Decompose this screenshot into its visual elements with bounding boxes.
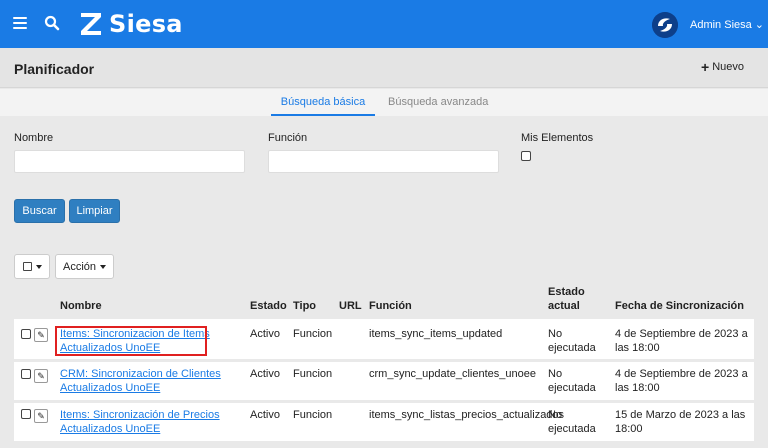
name-label: Nombre (14, 132, 54, 144)
row-type: Funcion (293, 368, 333, 380)
column-header-sync-date[interactable]: Fecha de Sincronización (615, 300, 744, 312)
row-name-link[interactable]: CRM: Sincronizacion de Clientes (60, 367, 221, 382)
column-header-type[interactable]: Tipo (293, 300, 316, 312)
row-sync-date: 4 de Septiembre de 2023 a (615, 368, 748, 380)
row-sync-date: 4 de Septiembre de 2023 a (615, 328, 748, 340)
row-type: Funcion (293, 328, 333, 340)
highlight-box (55, 326, 207, 356)
search-tabs: Búsqueda básica Búsqueda avanzada (0, 89, 768, 116)
brand-name: Siesa (109, 10, 183, 38)
row-sync-date: las 18:00 (615, 382, 660, 394)
tab-advanced-search[interactable]: Búsqueda avanzada (388, 96, 488, 108)
row-state: Activo (250, 328, 280, 340)
column-header-function[interactable]: Función (369, 300, 412, 312)
pencil-icon: ✎ (37, 410, 45, 421)
siesa-logo-icon (81, 13, 101, 35)
column-header-state[interactable]: Estado (250, 300, 287, 312)
edit-button[interactable]: ✎ (34, 409, 48, 423)
row-function: crm_sync_update_clientes_unoee (369, 368, 536, 380)
page-header: Planificador + Nuevo (0, 48, 768, 88)
page-title: Planificador (14, 61, 95, 77)
pencil-icon: ✎ (37, 370, 45, 381)
row-function: items_sync_items_updated (369, 328, 503, 340)
my-elements-checkbox[interactable] (521, 151, 531, 161)
plus-icon: + (701, 58, 710, 75)
search-button[interactable]: Buscar (14, 199, 65, 223)
caret-down-icon (35, 264, 42, 269)
row-sync-date: 15 de Marzo de 2023 a las (615, 409, 746, 421)
row-name-link[interactable]: Items: Sincronización de Precios (60, 408, 220, 423)
column-header-name[interactable]: Nombre (60, 300, 102, 312)
brand-logo[interactable]: Siesa (79, 10, 183, 38)
row-checkbox[interactable] (21, 329, 31, 339)
function-input[interactable] (268, 150, 499, 173)
row-checkbox[interactable] (21, 369, 31, 379)
row-name-link[interactable]: Actualizados UnoEE (60, 381, 160, 396)
row-current-state: ejecutada (548, 423, 596, 435)
row-type: Funcion (293, 409, 333, 421)
row-checkbox[interactable] (21, 409, 31, 419)
row-sync-date: 18:00 (615, 423, 643, 435)
column-header-current-state-line1[interactable]: Estado (548, 286, 585, 298)
row-current-state: ejecutada (548, 382, 596, 394)
hamburger-menu-icon[interactable] (13, 17, 27, 29)
select-all-checkbox-icon (22, 262, 32, 271)
row-function: items_sync_listas_precios_actualizados (369, 409, 565, 421)
caret-down-icon (100, 264, 107, 269)
edit-button[interactable]: ✎ (34, 369, 48, 383)
row-current-state: ejecutada (548, 342, 596, 354)
function-label: Función (268, 132, 308, 144)
tab-basic-search[interactable]: Búsqueda básica (271, 96, 375, 116)
edit-button[interactable]: ✎ (34, 328, 48, 342)
search-icon[interactable] (44, 15, 60, 31)
new-button[interactable]: + Nuevo (701, 58, 744, 75)
row-state: Activo (250, 368, 280, 380)
row-current-state: No (548, 328, 563, 340)
column-header-current-state-line2[interactable]: actual (548, 300, 580, 312)
user-menu[interactable]: Admin Siesa ⌄ (690, 18, 764, 31)
clear-button[interactable]: Limpiar (69, 199, 120, 223)
action-dropdown-label: Acción (62, 260, 97, 273)
new-button-label: Nuevo (712, 61, 744, 73)
row-name-link[interactable]: Actualizados UnoEE (60, 422, 160, 437)
my-elements-label: Mis Elementos (521, 132, 594, 144)
row-current-state: No (548, 368, 563, 380)
row-state: Activo (250, 409, 280, 421)
row-current-state: No (548, 409, 563, 421)
action-dropdown[interactable]: Acción (55, 254, 114, 279)
name-input[interactable] (14, 150, 245, 173)
top-bar: Siesa Admin Siesa ⌄ (0, 0, 768, 48)
user-avatar[interactable] (652, 12, 678, 38)
select-all-dropdown[interactable] (14, 254, 50, 279)
pencil-icon: ✎ (37, 329, 45, 340)
row-sync-date: las 18:00 (615, 342, 660, 354)
column-header-url[interactable]: URL (339, 300, 362, 312)
